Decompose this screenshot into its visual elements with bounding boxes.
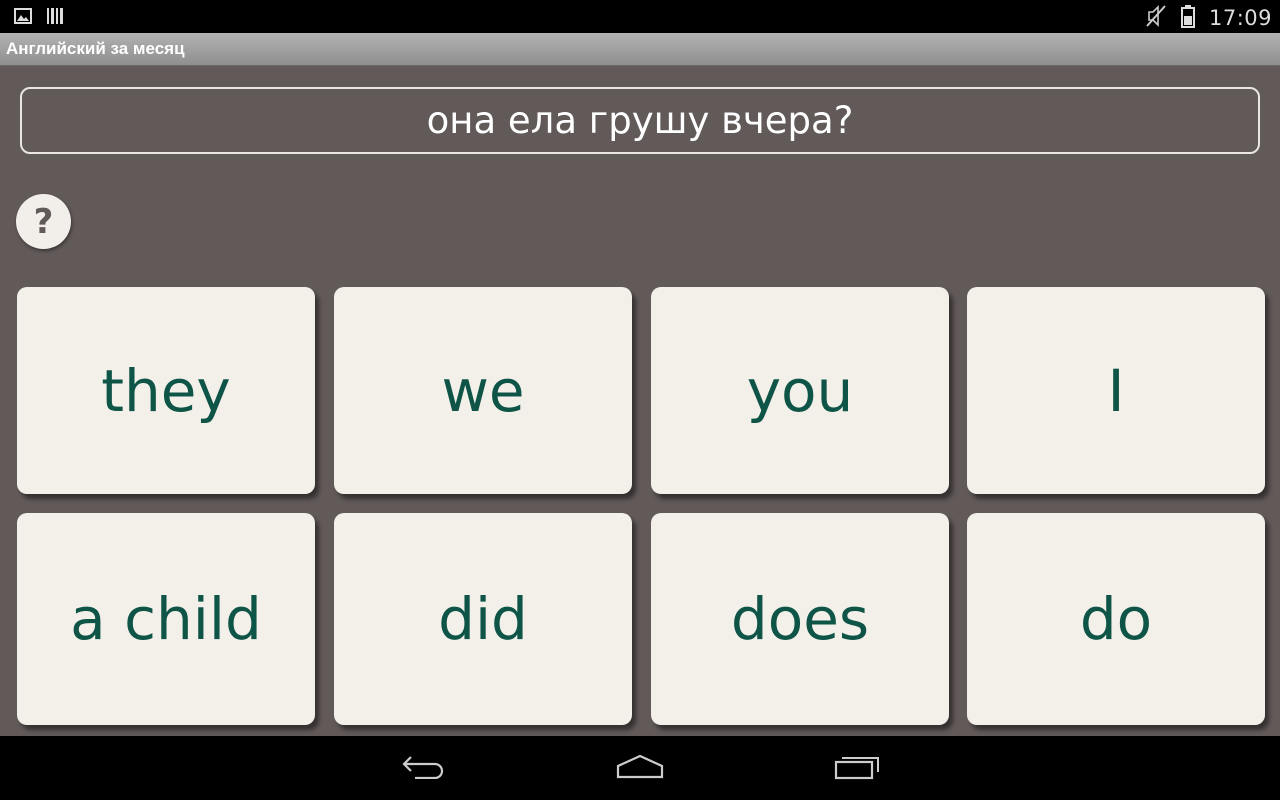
card-label: you — [746, 356, 854, 425]
card-label: I — [1107, 356, 1125, 425]
image-icon — [14, 8, 32, 28]
word-card-we[interactable]: we — [334, 287, 632, 494]
home-icon — [615, 753, 665, 783]
word-card-does[interactable]: does — [651, 513, 949, 725]
mute-icon — [1145, 4, 1167, 32]
app-title-bar: Английский за месяц — [0, 33, 1280, 66]
card-label: they — [101, 356, 231, 425]
home-button[interactable] — [610, 750, 670, 786]
word-card-they[interactable]: they — [17, 287, 315, 494]
card-label: do — [1079, 585, 1153, 653]
navigation-bar — [0, 736, 1280, 800]
help-button[interactable]: ? — [16, 194, 71, 249]
recent-apps-icon — [834, 752, 882, 784]
recent-apps-button[interactable] — [828, 750, 888, 786]
main-content: она ела грушу вчера? ? they we you I a c… — [0, 66, 1280, 736]
status-right-icons: 17:09 — [1145, 4, 1272, 32]
card-label: a child — [70, 585, 262, 653]
word-card-do[interactable]: do — [967, 513, 1265, 725]
question-mark-icon: ? — [33, 201, 54, 242]
status-time: 17:09 — [1208, 6, 1272, 30]
word-card-did[interactable]: did — [334, 513, 632, 725]
question-box: она ела грушу вчера? — [20, 87, 1260, 154]
status-bar: 17:09 — [0, 0, 1280, 33]
word-card-i[interactable]: I — [967, 287, 1265, 494]
question-text: она ела грушу вчера? — [426, 99, 854, 142]
status-left-icons — [14, 7, 64, 29]
back-button[interactable] — [394, 750, 454, 786]
card-label: did — [438, 585, 528, 653]
barcode-icon — [46, 7, 64, 29]
battery-icon — [1180, 4, 1195, 32]
back-icon — [401, 753, 447, 783]
card-label: we — [441, 356, 525, 425]
word-card-you[interactable]: you — [651, 287, 949, 494]
app-title: Английский за месяц — [6, 39, 185, 58]
word-card-a-child[interactable]: a child — [17, 513, 315, 725]
card-label: does — [730, 585, 870, 653]
